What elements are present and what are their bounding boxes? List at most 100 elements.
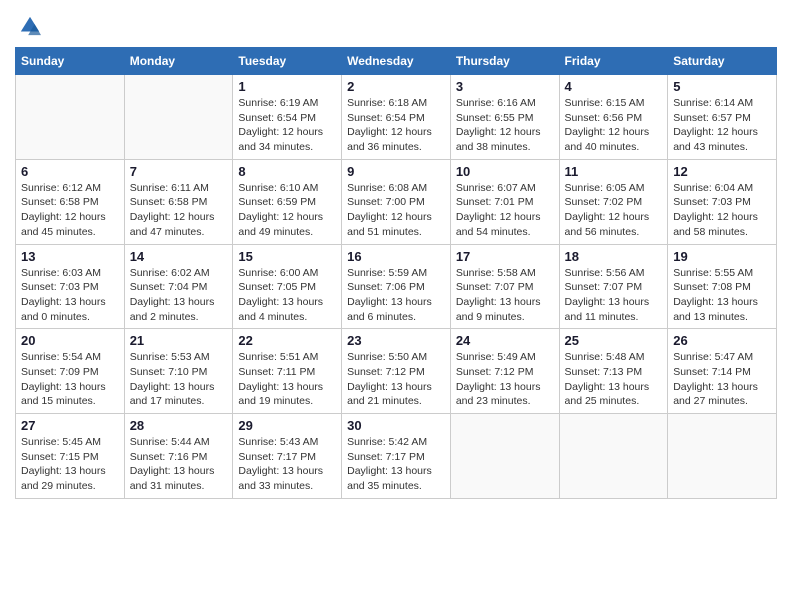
day-cell: 15 Sunrise: 6:00 AM Sunset: 7:05 PM Dayli… (233, 244, 342, 329)
logo-icon (19, 15, 41, 37)
day-info: Sunrise: 5:54 AM Sunset: 7:09 PM Dayligh… (21, 350, 119, 409)
calendar-header-row: SundayMondayTuesdayWednesdayThursdayFrid… (16, 48, 777, 75)
day-info: Sunrise: 6:19 AM Sunset: 6:54 PM Dayligh… (238, 96, 336, 155)
day-cell: 1 Sunrise: 6:19 AM Sunset: 6:54 PM Daylig… (233, 75, 342, 160)
day-info: Sunrise: 5:44 AM Sunset: 7:16 PM Dayligh… (130, 435, 228, 494)
header-saturday: Saturday (668, 48, 777, 75)
day-info: Sunrise: 5:51 AM Sunset: 7:11 PM Dayligh… (238, 350, 336, 409)
day-number: 17 (456, 249, 554, 264)
day-number: 26 (673, 333, 771, 348)
day-cell: 21 Sunrise: 5:53 AM Sunset: 7:10 PM Dayli… (124, 329, 233, 414)
day-info: Sunrise: 6:10 AM Sunset: 6:59 PM Dayligh… (238, 181, 336, 240)
day-cell: 10 Sunrise: 6:07 AM Sunset: 7:01 PM Dayli… (450, 159, 559, 244)
week-row-2: 13 Sunrise: 6:03 AM Sunset: 7:03 PM Dayli… (16, 244, 777, 329)
day-cell: 28 Sunrise: 5:44 AM Sunset: 7:16 PM Dayli… (124, 414, 233, 499)
day-number: 11 (565, 164, 663, 179)
day-cell: 20 Sunrise: 5:54 AM Sunset: 7:09 PM Dayli… (16, 329, 125, 414)
day-cell (16, 75, 125, 160)
day-cell: 6 Sunrise: 6:12 AM Sunset: 6:58 PM Daylig… (16, 159, 125, 244)
day-info: Sunrise: 6:07 AM Sunset: 7:01 PM Dayligh… (456, 181, 554, 240)
day-info: Sunrise: 6:05 AM Sunset: 7:02 PM Dayligh… (565, 181, 663, 240)
header-friday: Friday (559, 48, 668, 75)
day-info: Sunrise: 5:53 AM Sunset: 7:10 PM Dayligh… (130, 350, 228, 409)
week-row-4: 27Sunrise: 5:45 AM Sunset: 7:15 PM Dayli… (16, 414, 777, 499)
day-number: 30 (347, 418, 445, 433)
header-thursday: Thursday (450, 48, 559, 75)
day-cell: 9 Sunrise: 6:08 AM Sunset: 7:00 PM Daylig… (342, 159, 451, 244)
day-cell: 27Sunrise: 5:45 AM Sunset: 7:15 PM Dayli… (16, 414, 125, 499)
day-number: 16 (347, 249, 445, 264)
day-number: 10 (456, 164, 554, 179)
day-number: 13 (21, 249, 119, 264)
day-info: Sunrise: 6:14 AM Sunset: 6:57 PM Dayligh… (673, 96, 771, 155)
day-cell: 14 Sunrise: 6:02 AM Sunset: 7:04 PM Dayli… (124, 244, 233, 329)
day-cell: 30 Sunrise: 5:42 AM Sunset: 7:17 PM Dayli… (342, 414, 451, 499)
day-number: 18 (565, 249, 663, 264)
day-info: Sunrise: 6:08 AM Sunset: 7:00 PM Dayligh… (347, 181, 445, 240)
day-cell: 16 Sunrise: 5:59 AM Sunset: 7:06 PM Dayli… (342, 244, 451, 329)
day-number: 25 (565, 333, 663, 348)
day-number: 2 (347, 79, 445, 94)
day-info: Sunrise: 5:55 AM Sunset: 7:08 PM Dayligh… (673, 266, 771, 325)
day-number: 5 (673, 79, 771, 94)
day-cell (450, 414, 559, 499)
day-cell: 17 Sunrise: 5:58 AM Sunset: 7:07 PM Dayli… (450, 244, 559, 329)
day-info: Sunrise: 5:58 AM Sunset: 7:07 PM Dayligh… (456, 266, 554, 325)
day-cell: 26 Sunrise: 5:47 AM Sunset: 7:14 PM Dayli… (668, 329, 777, 414)
day-number: 28 (130, 418, 228, 433)
day-cell: 5 Sunrise: 6:14 AM Sunset: 6:57 PM Daylig… (668, 75, 777, 160)
day-cell: 29Sunrise: 5:43 AM Sunset: 7:17 PM Dayli… (233, 414, 342, 499)
day-number: 8 (238, 164, 336, 179)
day-cell (559, 414, 668, 499)
week-row-1: 6 Sunrise: 6:12 AM Sunset: 6:58 PM Daylig… (16, 159, 777, 244)
day-info: Sunrise: 6:12 AM Sunset: 6:58 PM Dayligh… (21, 181, 119, 240)
day-cell: 8 Sunrise: 6:10 AM Sunset: 6:59 PM Daylig… (233, 159, 342, 244)
day-cell (124, 75, 233, 160)
day-number: 6 (21, 164, 119, 179)
day-info: Sunrise: 5:56 AM Sunset: 7:07 PM Dayligh… (565, 266, 663, 325)
day-info: Sunrise: 6:11 AM Sunset: 6:58 PM Dayligh… (130, 181, 228, 240)
day-number: 1 (238, 79, 336, 94)
day-info: Sunrise: 6:02 AM Sunset: 7:04 PM Dayligh… (130, 266, 228, 325)
header-tuesday: Tuesday (233, 48, 342, 75)
day-info: Sunrise: 6:04 AM Sunset: 7:03 PM Dayligh… (673, 181, 771, 240)
header-wednesday: Wednesday (342, 48, 451, 75)
day-cell: 11 Sunrise: 6:05 AM Sunset: 7:02 PM Dayli… (559, 159, 668, 244)
day-info: Sunrise: 5:47 AM Sunset: 7:14 PM Dayligh… (673, 350, 771, 409)
day-number: 12 (673, 164, 771, 179)
logo (15, 15, 41, 37)
day-info: Sunrise: 6:00 AM Sunset: 7:05 PM Dayligh… (238, 266, 336, 325)
day-info: Sunrise: 6:03 AM Sunset: 7:03 PM Dayligh… (21, 266, 119, 325)
day-info: Sunrise: 5:43 AM Sunset: 7:17 PM Dayligh… (238, 435, 336, 494)
day-cell: 4Sunrise: 6:15 AM Sunset: 6:56 PM Daylig… (559, 75, 668, 160)
day-number: 24 (456, 333, 554, 348)
header-sunday: Sunday (16, 48, 125, 75)
day-info: Sunrise: 5:48 AM Sunset: 7:13 PM Dayligh… (565, 350, 663, 409)
day-cell (668, 414, 777, 499)
header-monday: Monday (124, 48, 233, 75)
day-number: 19 (673, 249, 771, 264)
day-info: Sunrise: 6:15 AM Sunset: 6:56 PM Dayligh… (565, 96, 663, 155)
day-number: 22 (238, 333, 336, 348)
day-cell: 12 Sunrise: 6:04 AM Sunset: 7:03 PM Dayli… (668, 159, 777, 244)
header (15, 15, 777, 37)
day-cell: 23Sunrise: 5:50 AM Sunset: 7:12 PM Dayli… (342, 329, 451, 414)
day-cell: 18 Sunrise: 5:56 AM Sunset: 7:07 PM Dayli… (559, 244, 668, 329)
day-cell: 7 Sunrise: 6:11 AM Sunset: 6:58 PM Daylig… (124, 159, 233, 244)
week-row-0: 1 Sunrise: 6:19 AM Sunset: 6:54 PM Daylig… (16, 75, 777, 160)
day-number: 9 (347, 164, 445, 179)
day-cell: 25 Sunrise: 5:48 AM Sunset: 7:13 PM Dayli… (559, 329, 668, 414)
day-number: 15 (238, 249, 336, 264)
day-info: Sunrise: 6:18 AM Sunset: 6:54 PM Dayligh… (347, 96, 445, 155)
day-cell: 24 Sunrise: 5:49 AM Sunset: 7:12 PM Dayli… (450, 329, 559, 414)
day-number: 20 (21, 333, 119, 348)
day-info: Sunrise: 5:59 AM Sunset: 7:06 PM Dayligh… (347, 266, 445, 325)
day-number: 21 (130, 333, 228, 348)
day-number: 14 (130, 249, 228, 264)
day-number: 3 (456, 79, 554, 94)
day-info: Sunrise: 5:49 AM Sunset: 7:12 PM Dayligh… (456, 350, 554, 409)
day-info: Sunrise: 5:42 AM Sunset: 7:17 PM Dayligh… (347, 435, 445, 494)
day-number: 7 (130, 164, 228, 179)
day-cell: 13 Sunrise: 6:03 AM Sunset: 7:03 PM Dayli… (16, 244, 125, 329)
day-info: Sunrise: 5:45 AM Sunset: 7:15 PM Dayligh… (21, 435, 119, 494)
